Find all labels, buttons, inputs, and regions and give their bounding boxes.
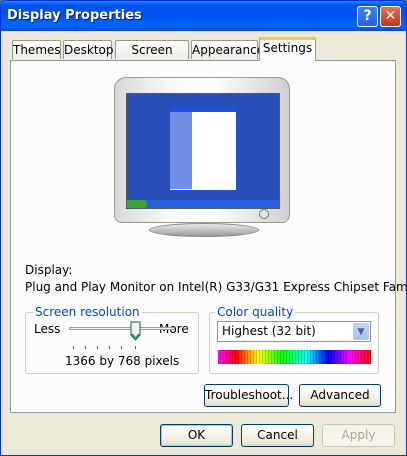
close-icon: ✕ <box>384 8 397 24</box>
display-device-name: Plug and Play Monitor on Intel(R) G33/G3… <box>25 280 407 294</box>
display-properties-window: Display Properties ? ✕ Themes Desktop Sc… <box>0 0 407 456</box>
title-bar[interactable]: Display Properties ? ✕ <box>1 1 406 31</box>
troubleshoot-button[interactable]: Troubleshoot... <box>204 384 293 407</box>
display-label: Display: <box>25 263 73 277</box>
screen-resolution-legend: Screen resolution <box>33 305 142 319</box>
monitor-stand <box>149 223 259 237</box>
color-quality-value: Highest (32 bit) <box>222 324 316 338</box>
resolution-value: 1366 by 768 pixels <box>65 354 180 368</box>
preview-start-button <box>127 200 147 208</box>
help-icon: ? <box>363 8 372 24</box>
tab-themes[interactable]: Themes <box>12 40 61 59</box>
tab-appearance[interactable]: Appearance <box>191 40 264 59</box>
resolution-slider-thumb[interactable] <box>130 321 141 341</box>
power-button-icon <box>259 209 269 219</box>
apply-button[interactable]: Apply <box>322 424 395 447</box>
preview-window <box>169 106 237 191</box>
tab-settings[interactable]: Settings <box>259 37 316 61</box>
slider-tick <box>85 346 86 349</box>
color-quality-legend: Color quality <box>215 305 296 319</box>
chevron-down-icon[interactable]: ▼ <box>353 323 369 340</box>
monitor-screen <box>126 93 280 209</box>
tab-desktop[interactable]: Desktop <box>63 40 114 59</box>
preview-window-sidebar <box>170 112 192 189</box>
monitor-bezel <box>114 77 290 223</box>
tab-screen-saver[interactable]: Screen Saver <box>115 40 189 75</box>
preview-taskbar <box>127 200 279 208</box>
slider-tick <box>135 346 136 349</box>
monitor-preview-icon <box>114 77 290 223</box>
resolution-less-label: Less <box>34 322 61 336</box>
help-button[interactable]: ? <box>357 6 378 27</box>
ok-button[interactable]: OK <box>160 424 233 447</box>
slider-tick <box>121 346 122 349</box>
color-quality-select[interactable]: Highest (32 bit) ▼ <box>217 321 371 342</box>
close-button[interactable]: ✕ <box>380 6 401 27</box>
slider-tick <box>109 346 110 349</box>
window-title: Display Properties <box>7 8 142 23</box>
resolution-slider-track[interactable] <box>69 327 175 330</box>
advanced-button[interactable]: Advanced <box>299 384 381 407</box>
color-spectrum-bar <box>218 350 371 364</box>
cancel-button[interactable]: Cancel <box>241 424 314 447</box>
slider-tick <box>97 346 98 349</box>
slider-tick <box>73 346 74 349</box>
